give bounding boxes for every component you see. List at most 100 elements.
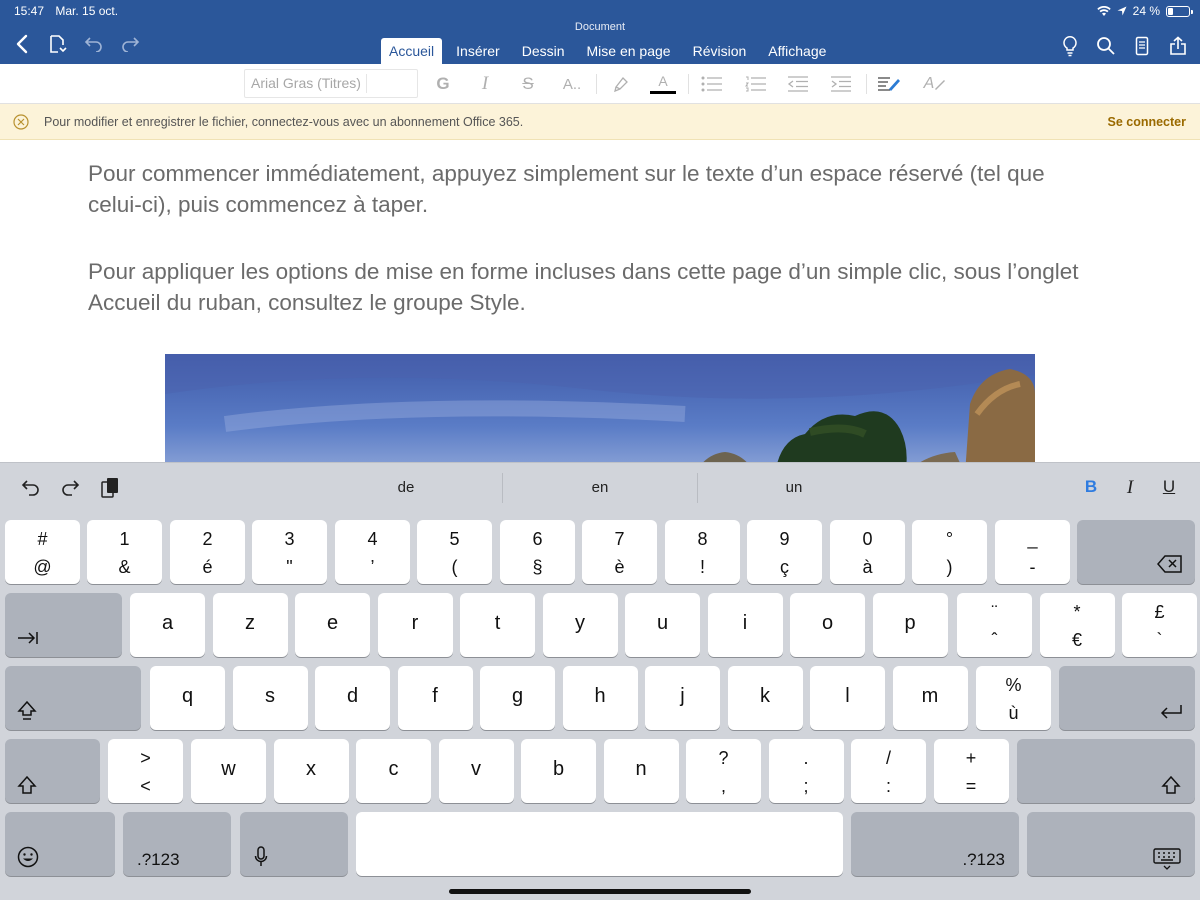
key-y[interactable]: y — [542, 593, 618, 657]
undo-button[interactable] — [80, 30, 108, 58]
key-8[interactable]: 8! — [665, 520, 740, 584]
key-m[interactable]: m — [892, 666, 968, 730]
key-u[interactable]: u — [625, 593, 700, 657]
key-g[interactable]: g — [480, 666, 555, 730]
hide-keyboard-key[interactable] — [1027, 812, 1195, 876]
key-_[interactable]: _ - — [995, 520, 1070, 584]
file-button[interactable] — [44, 30, 72, 58]
styles-button[interactable]: A — [920, 71, 950, 97]
emoji-key[interactable] — [5, 812, 115, 876]
tab-mise-en-page[interactable]: Mise en page — [579, 38, 679, 64]
font-color-button[interactable]: A — [648, 71, 678, 97]
key-k[interactable]: k — [727, 666, 803, 730]
suggestion-item[interactable]: un — [699, 479, 889, 496]
key-=[interactable]: + = — [933, 739, 1009, 803]
document-paragraph[interactable]: Pour commencer immédiatement, appuyez si… — [88, 158, 1088, 220]
key-4[interactable]: 4’ — [335, 520, 410, 584]
italic-button[interactable]: I — [470, 71, 500, 97]
key-5[interactable]: 5( — [417, 520, 492, 584]
shift-left-key[interactable] — [5, 739, 100, 803]
numbers-key[interactable]: .?123 — [123, 812, 231, 876]
key-ˆ[interactable]: ¨ ˆ — [957, 593, 1032, 657]
key-7[interactable]: 7è — [582, 520, 657, 584]
tab-key[interactable] — [5, 593, 122, 657]
key-`[interactable]: £ ` — [1122, 593, 1197, 657]
kb-bold-button[interactable]: B — [1079, 477, 1103, 497]
numbering-button[interactable] — [741, 71, 771, 97]
key-o[interactable]: o — [790, 593, 865, 657]
key-€[interactable]: * € — [1039, 593, 1115, 657]
key-e[interactable]: e — [295, 593, 370, 657]
kb-underline-button[interactable]: U — [1157, 477, 1181, 497]
key-h[interactable]: h — [562, 666, 638, 730]
tab-inserer[interactable]: Insérer — [448, 38, 508, 64]
tab-revision[interactable]: Révision — [685, 38, 755, 64]
key-b[interactable]: b — [521, 739, 596, 803]
key-#[interactable]: # @ — [5, 520, 80, 584]
key-f[interactable]: f — [397, 666, 473, 730]
tab-affichage[interactable]: Affichage — [760, 38, 834, 64]
increase-indent-button[interactable] — [826, 71, 856, 97]
decrease-indent-button[interactable] — [783, 71, 813, 97]
key-s[interactable]: s — [232, 666, 308, 730]
kb-redo-button[interactable] — [57, 475, 83, 501]
font-size-button[interactable]: A.. — [557, 71, 587, 97]
document-canvas[interactable]: Pour commencer immédiatement, appuyez si… — [0, 140, 1200, 462]
key-ù[interactable]: % ù — [976, 666, 1051, 730]
key-9[interactable]: 9ç — [747, 520, 822, 584]
suggestion-item[interactable]: en — [505, 479, 695, 496]
share-button[interactable] — [1162, 32, 1194, 60]
sign-in-link[interactable]: Se connecter — [1107, 115, 1186, 129]
document-paragraph[interactable]: Pour appliquer les options de mise en fo… — [88, 256, 1088, 318]
paragraph-styles-button[interactable] — [874, 71, 904, 97]
key-n[interactable]: n — [603, 739, 679, 803]
key-v[interactable]: v — [438, 739, 514, 803]
return-key[interactable] — [1059, 666, 1195, 730]
kb-italic-button[interactable]: I — [1118, 477, 1142, 499]
close-icon[interactable] — [13, 114, 29, 130]
redo-button[interactable] — [116, 30, 144, 58]
key-:[interactable]: /: — [851, 739, 926, 803]
key-;[interactable]: .; — [768, 739, 844, 803]
key-q[interactable]: q — [150, 666, 225, 730]
key-a[interactable]: a — [130, 593, 205, 657]
key-6[interactable]: 6 § — [500, 520, 575, 584]
key-,[interactable]: ?, — [686, 739, 761, 803]
tab-accueil[interactable]: Accueil — [381, 38, 443, 64]
key-t[interactable]: t — [460, 593, 535, 657]
backspace-key[interactable] — [1077, 520, 1195, 584]
shift-right-key[interactable] — [1017, 739, 1195, 803]
key-r[interactable]: r — [377, 593, 453, 657]
search-button[interactable] — [1090, 32, 1122, 60]
key-0[interactable]: 0à — [830, 520, 905, 584]
kb-paste-button[interactable] — [97, 475, 123, 501]
space-bar[interactable] — [356, 812, 843, 876]
back-button[interactable] — [8, 30, 36, 58]
document-image[interactable] — [165, 354, 1035, 462]
key-<[interactable]: > < — [108, 739, 183, 803]
font-name-field[interactable]: Arial Gras (Titres) — [244, 69, 418, 98]
tell-me-button[interactable] — [1054, 32, 1086, 60]
key-w[interactable]: w — [191, 739, 266, 803]
key-2[interactable]: 2é — [170, 520, 245, 584]
dictation-key[interactable] — [240, 812, 348, 876]
key-3[interactable]: 3 " — [252, 520, 327, 584]
key-z[interactable]: z — [212, 593, 288, 657]
suggestion-item[interactable]: de — [311, 479, 501, 496]
key-°[interactable]: °) — [912, 520, 987, 584]
key-i[interactable]: i — [707, 593, 783, 657]
key-c[interactable]: c — [356, 739, 431, 803]
key-1[interactable]: 1 & — [87, 520, 162, 584]
key-d[interactable]: d — [315, 666, 390, 730]
bold-button[interactable]: G — [428, 71, 458, 97]
key-x[interactable]: x — [273, 739, 349, 803]
reading-view-button[interactable] — [1126, 32, 1158, 60]
key-p[interactable]: p — [872, 593, 948, 657]
caps-lock-key[interactable] — [5, 666, 141, 730]
kb-undo-button[interactable] — [18, 475, 44, 501]
highlight-button[interactable] — [606, 71, 636, 97]
home-indicator[interactable] — [449, 889, 751, 894]
numbers-key[interactable]: .?123 — [851, 812, 1019, 876]
bullets-button[interactable] — [697, 71, 727, 97]
strikethrough-button[interactable]: S — [513, 71, 543, 97]
